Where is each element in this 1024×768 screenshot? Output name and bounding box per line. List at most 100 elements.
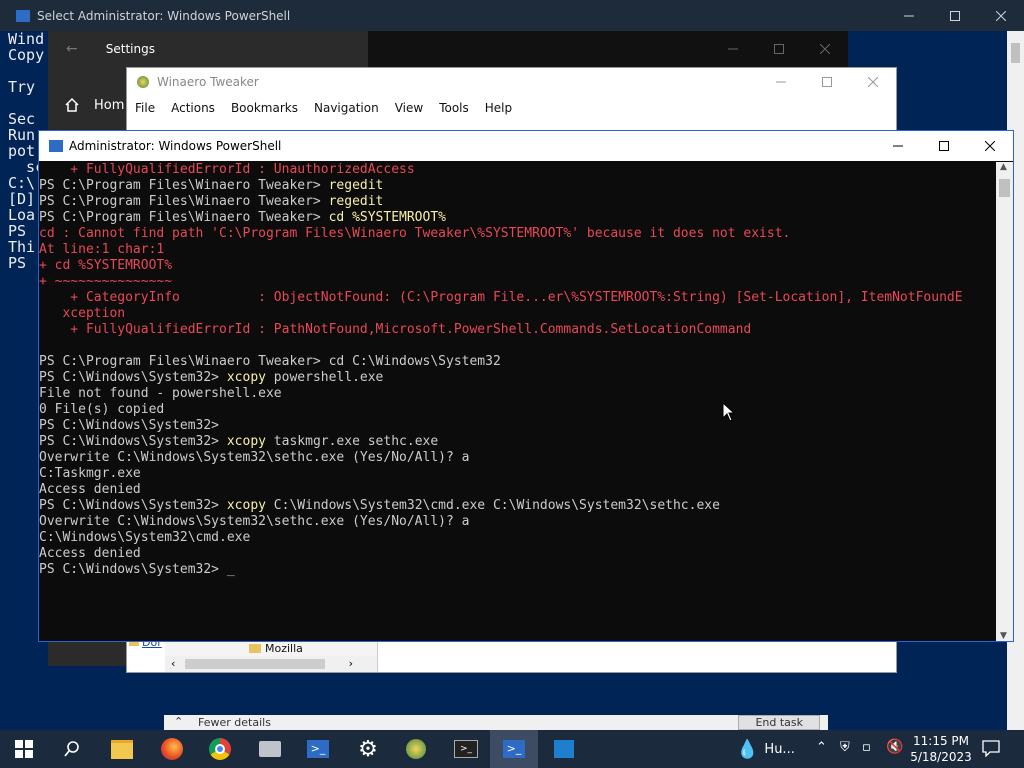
console-text: regedit [328,178,384,193]
console-text: xcopy [226,370,266,385]
maximize-button[interactable] [932,0,978,31]
text-cursor: _ [226,562,235,577]
taskbar-terminal[interactable]: >_ [442,730,490,768]
scroll-down-icon[interactable]: ▼ [1000,631,1007,641]
background-powershell-titlebar[interactable]: Select Administrator: Windows PowerShell [0,0,1024,31]
console-text: PS C:\Windows\System32> [39,370,227,385]
taskbar-winaero[interactable] [392,730,440,768]
console-text: Access denied [39,482,141,497]
powershell-close-button[interactable] [967,131,1013,161]
network-icon[interactable]: ▫ [862,740,871,755]
console-line: C:\Windows\System32\cmd.exe [39,530,996,546]
menu-item-actions[interactable]: Actions [163,101,223,115]
powershell-maximize-button[interactable] [921,131,967,161]
taskbar-powershell[interactable]: >_ [294,730,342,768]
console-text: cd %SYSTEMROOT% [328,210,446,225]
winaero-minimize-button[interactable] [758,68,804,96]
weather-widget[interactable]: 💧 Hu... [736,730,795,768]
console-text: cd : Cannot find path 'C:\Program Files\… [39,226,791,241]
search-button[interactable] [48,730,96,768]
terminal-icon: >_ [454,740,478,758]
settings-icon: ⚙ [358,736,378,762]
powershell-window[interactable]: Administrator: Windows PowerShell + Full… [38,130,1014,642]
console-line: PS C:\Windows\System32> xcopy powershell… [39,370,996,386]
menu-item-bookmarks[interactable]: Bookmarks [223,101,306,115]
console-line: C:Taskmgr.exe [39,466,996,482]
settings-minimize-button[interactable] [710,31,756,67]
console-line: + FullyQualifiedErrorId : PathNotFound,M… [39,322,996,338]
close-button[interactable] [978,0,1024,31]
taskbar-file-explorer[interactable] [98,730,146,768]
scroll-thumb[interactable] [185,659,325,669]
chevron-up-icon[interactable]: ⌃ [816,740,827,755]
volume-muted-icon[interactable]: 🔇 [886,739,903,755]
console-line: Access denied [39,546,996,562]
menu-item-help[interactable]: Help [477,101,520,115]
console-text: + ~~~~~~~~~~~~~~~ [39,274,173,289]
console-text: regedit [328,194,384,209]
console-text: + CategoryInfo : ObjectNotFound: (C:\Pro… [39,290,963,305]
console-text: File not found - powershell.exe [39,386,282,401]
search-icon [64,741,79,757]
clock[interactable]: 11:15 PM 5/18/2023 [910,733,972,765]
taskbar-settings[interactable]: ⚙ [344,730,392,768]
menu-item-view[interactable]: View [387,101,431,115]
scroll-up-icon[interactable]: ▲ [1000,162,1007,172]
scroll-thumb[interactable] [999,179,1010,197]
scroll-left-icon[interactable]: ‹ [171,657,175,670]
minimize-button[interactable] [886,0,932,31]
console-text: xception [39,306,126,321]
settings-home-nav[interactable]: Hom [64,97,124,113]
start-button[interactable] [0,730,48,768]
collapse-icon[interactable]: ⌃ [174,715,183,728]
taskbar-firefox[interactable] [148,730,196,768]
console-line: Overwrite C:\Windows\System32\sethc.exe … [39,514,996,530]
console-text: 0 File(s) copied [39,402,165,417]
console-text: PS C:\Program Files\Winaero Tweaker> [39,354,329,369]
taskbar-powershell-active[interactable]: >_ [490,730,538,768]
horizontal-scrollbar[interactable]: ‹ › [165,656,377,672]
settings-titlebar[interactable]: ← Settings [48,31,848,67]
console-line: Access denied [39,482,996,498]
console-text: PS C:\Windows\System32> [39,562,227,577]
console-text: cd C:\Windows\System32 [328,354,501,369]
taskbar-drive[interactable] [246,730,294,768]
console-text: PS C:\Program Files\Winaero Tweaker> [39,210,329,225]
notification-button[interactable] [982,739,1000,761]
menu-item-navigation[interactable]: Navigation [306,101,387,115]
console-output[interactable]: + FullyQualifiedErrorId : UnauthorizedAc… [39,162,996,641]
taskbar-chrome[interactable] [196,730,244,768]
console-line: At line:1 char:1 [39,242,996,258]
console-line: xception [39,306,996,322]
taskbar: >_ ⚙ >_ >_ 💧 Hu... ⌃ ⛨ ▫ 🔇 11:15 PM 5/18… [0,730,1024,768]
settings-close-button[interactable] [802,31,848,67]
background-console-line [8,63,44,79]
powershell-active-icon: >_ [503,740,525,758]
settings-maximize-button[interactable] [756,31,802,67]
console-text: PS C:\Windows\System32> [39,434,227,449]
console-text: Overwrite C:\Windows\System32\sethc.exe … [39,514,470,529]
powershell-titlebar[interactable]: Administrator: Windows PowerShell [39,131,1013,161]
winaero-maximize-button[interactable] [804,68,850,96]
console-text: Overwrite C:\Windows\System32\sethc.exe … [39,450,470,465]
powershell-minimize-button[interactable] [875,131,921,161]
console-text: C:Taskmgr.exe [39,466,141,481]
tree-item-mozilla[interactable]: Mozilla [249,642,303,655]
menu-item-tools[interactable]: Tools [431,101,477,115]
chrome-icon [209,738,231,760]
clock-date: 5/18/2023 [910,750,972,764]
winaero-close-button[interactable] [850,68,896,96]
powershell-title: Administrator: Windows PowerShell [69,139,282,153]
winaero-title: Winaero Tweaker [157,75,259,89]
scroll-right-icon[interactable]: › [349,657,353,670]
powershell-scrollbar[interactable]: ▲ ▼ [996,162,1013,641]
end-task-button[interactable]: End task [738,715,820,730]
scroll-thumb[interactable] [1011,43,1020,63]
defender-shield-icon[interactable]: ⛨ [840,740,850,755]
menu-item-file[interactable]: File [127,101,163,115]
fewer-details-link[interactable]: Fewer details [198,716,271,729]
back-arrow-icon[interactable]: ← [66,41,78,57]
console-text: PS C:\Windows\System32> [39,498,227,513]
taskbar-task-manager[interactable] [540,730,588,768]
winaero-titlebar[interactable]: Winaero Tweaker [127,68,896,96]
